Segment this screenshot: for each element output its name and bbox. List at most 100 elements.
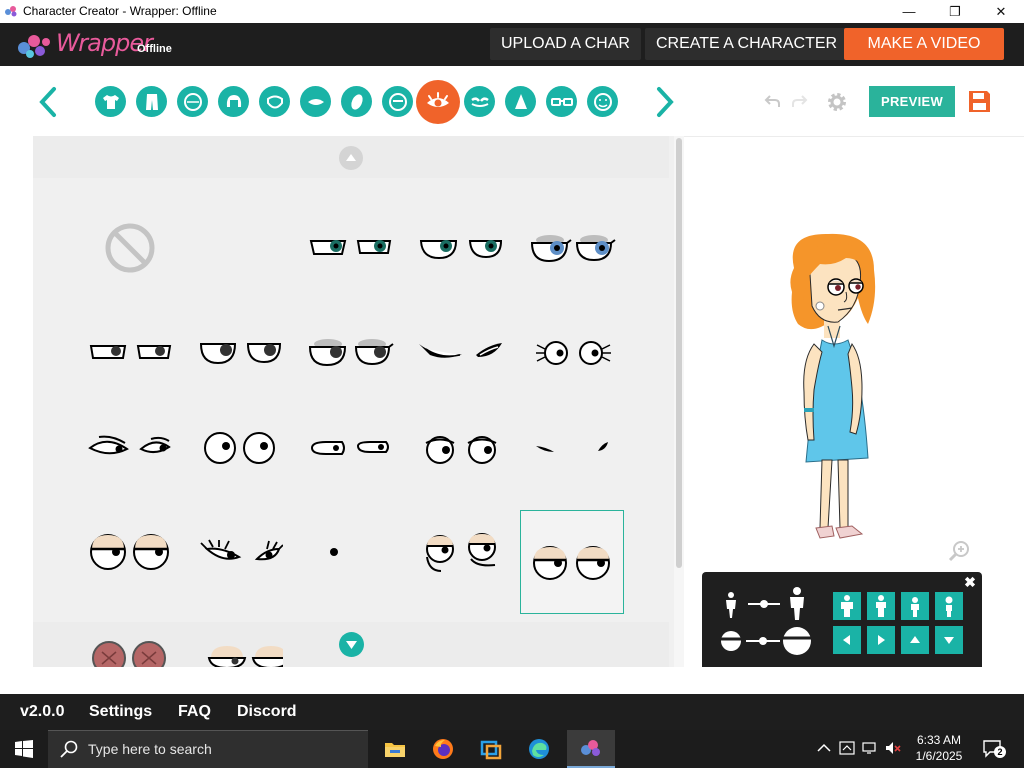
eye-option-12[interactable]	[298, 396, 402, 500]
scroll-down-button[interactable]	[339, 632, 364, 657]
eye-option-19[interactable]	[78, 628, 182, 667]
category-eyebrows-icon[interactable]	[382, 86, 413, 117]
footer-settings-link[interactable]: Settings	[89, 703, 152, 721]
category-eyes-icon[interactable]	[416, 80, 460, 124]
eyes-half-green-icon	[309, 240, 392, 255]
chevron-up-icon	[346, 154, 356, 161]
none-icon	[105, 223, 155, 273]
eye-option-20[interactable]	[188, 628, 292, 667]
eye-option-10[interactable]	[78, 396, 182, 500]
taskbar-edge[interactable]	[515, 730, 563, 768]
pose-4-button[interactable]	[935, 592, 963, 620]
eye-option-7[interactable]	[298, 300, 402, 404]
pose-3-button[interactable]	[901, 592, 929, 620]
head-size-slider-icon[interactable]	[718, 626, 814, 656]
eye-option-selected[interactable]	[520, 510, 624, 614]
redo-icon[interactable]	[790, 92, 808, 110]
eyes-dots-icon	[330, 548, 338, 556]
category-shirt-icon[interactable]	[95, 86, 126, 117]
settings-gear-icon[interactable]	[825, 90, 849, 114]
eye-option-17[interactable]	[298, 500, 402, 604]
eye-option-none[interactable]	[78, 196, 182, 300]
eye-option-9[interactable]	[520, 300, 624, 404]
eye-option-2[interactable]	[298, 196, 402, 300]
eye-option-14[interactable]	[520, 396, 624, 500]
tray-app-icon[interactable]	[838, 738, 856, 758]
eyes-peach-lid-sleepy-icon	[533, 546, 610, 580]
eye-option-8[interactable]	[409, 300, 513, 404]
firefox-icon	[433, 739, 453, 759]
action-center-button[interactable]: 2	[982, 738, 1006, 758]
pose-1-button[interactable]	[833, 592, 861, 620]
eye-option-16[interactable]	[188, 500, 292, 604]
eye-option-11[interactable]	[188, 396, 292, 500]
restore-button[interactable]: ❐	[932, 0, 978, 23]
save-icon[interactable]	[968, 90, 991, 113]
category-brows-icon[interactable]	[464, 86, 495, 117]
move-right-button[interactable]	[867, 626, 895, 654]
eyes-half-black-icon	[89, 345, 172, 359]
close-panel-icon[interactable]: ✖	[963, 575, 977, 589]
eyes-round-green-icon	[419, 240, 503, 260]
eyes-round-black-icon	[199, 343, 282, 365]
eye-option-15[interactable]	[78, 500, 182, 604]
person-pose-icon	[911, 597, 919, 617]
category-hair-icon[interactable]	[218, 86, 249, 117]
eyes-gray-lid-icon	[308, 339, 394, 367]
make-video-button[interactable]: MAKE A VIDEO	[844, 28, 1004, 60]
size-slider-icon[interactable]	[718, 586, 812, 620]
preview-button[interactable]: PREVIEW	[869, 86, 955, 117]
next-category-icon[interactable]	[654, 86, 676, 118]
volume-muted-icon[interactable]	[884, 738, 902, 758]
minimize-button[interactable]: —	[886, 0, 932, 23]
move-left-button[interactable]	[833, 626, 861, 654]
panel-scrollbar-thumb[interactable]	[676, 138, 682, 568]
eye-option-4[interactable]	[520, 196, 624, 300]
category-nose-icon[interactable]	[505, 86, 536, 117]
app-window: Character Creator - Wrapper: Offline — ❐…	[0, 0, 1024, 768]
close-button[interactable]: ✕	[978, 0, 1024, 23]
taskbar-app-blue[interactable]	[467, 730, 515, 768]
eyes-sultry-icon	[419, 343, 502, 358]
search-placeholder: Type here to search	[88, 741, 212, 757]
eye-option-13[interactable]	[409, 396, 513, 500]
undo-icon[interactable]	[764, 92, 782, 110]
eye-option-3[interactable]	[409, 196, 513, 300]
eye-option-18[interactable]	[409, 500, 513, 604]
person-pose-icon	[945, 596, 953, 617]
eye-option-5[interactable]	[78, 300, 182, 404]
category-head-icon[interactable]	[177, 86, 208, 117]
category-mouth-icon[interactable]	[300, 86, 331, 117]
create-character-button[interactable]: CREATE A CHARACTER	[645, 28, 849, 60]
zoom-in-icon[interactable]	[948, 540, 970, 562]
taskbar-file-explorer[interactable]	[371, 730, 419, 768]
footer-faq-link[interactable]: FAQ	[178, 703, 211, 721]
category-feet-icon[interactable]	[341, 86, 372, 117]
eyes-closed-icon	[536, 442, 608, 452]
category-pants-icon[interactable]	[136, 86, 167, 117]
arrow-left-icon	[843, 635, 850, 645]
window-title: Character Creator - Wrapper: Offline	[23, 4, 217, 18]
network-icon[interactable]	[861, 738, 879, 758]
app-icon	[5, 6, 17, 17]
prev-category-icon[interactable]	[37, 86, 59, 118]
eyes-peach-lid-icon	[90, 534, 169, 570]
footer-discord-link[interactable]: Discord	[237, 703, 297, 721]
move-up-button[interactable]	[901, 626, 929, 654]
category-face-icon[interactable]	[259, 86, 290, 117]
taskbar-wrapper-app[interactable]	[567, 730, 615, 768]
category-glasses-icon[interactable]	[546, 86, 577, 117]
arrow-right-icon	[878, 635, 885, 645]
taskbar-firefox[interactable]	[419, 730, 467, 768]
arrow-up-icon	[910, 636, 920, 643]
pose-2-button[interactable]	[867, 592, 895, 620]
tray-chevron-up-icon[interactable]	[815, 738, 833, 758]
eye-option-6[interactable]	[188, 300, 292, 404]
category-beard-icon[interactable]	[587, 86, 618, 117]
search-icon	[60, 740, 78, 758]
upload-char-button[interactable]: UPLOAD A CHAR	[490, 28, 641, 60]
windows-start-icon[interactable]	[15, 740, 33, 758]
scroll-up-button[interactable]	[339, 146, 363, 170]
taskbar-clock[interactable]: 6:33 AM 1/6/2025	[909, 732, 969, 764]
move-down-button[interactable]	[935, 626, 963, 654]
